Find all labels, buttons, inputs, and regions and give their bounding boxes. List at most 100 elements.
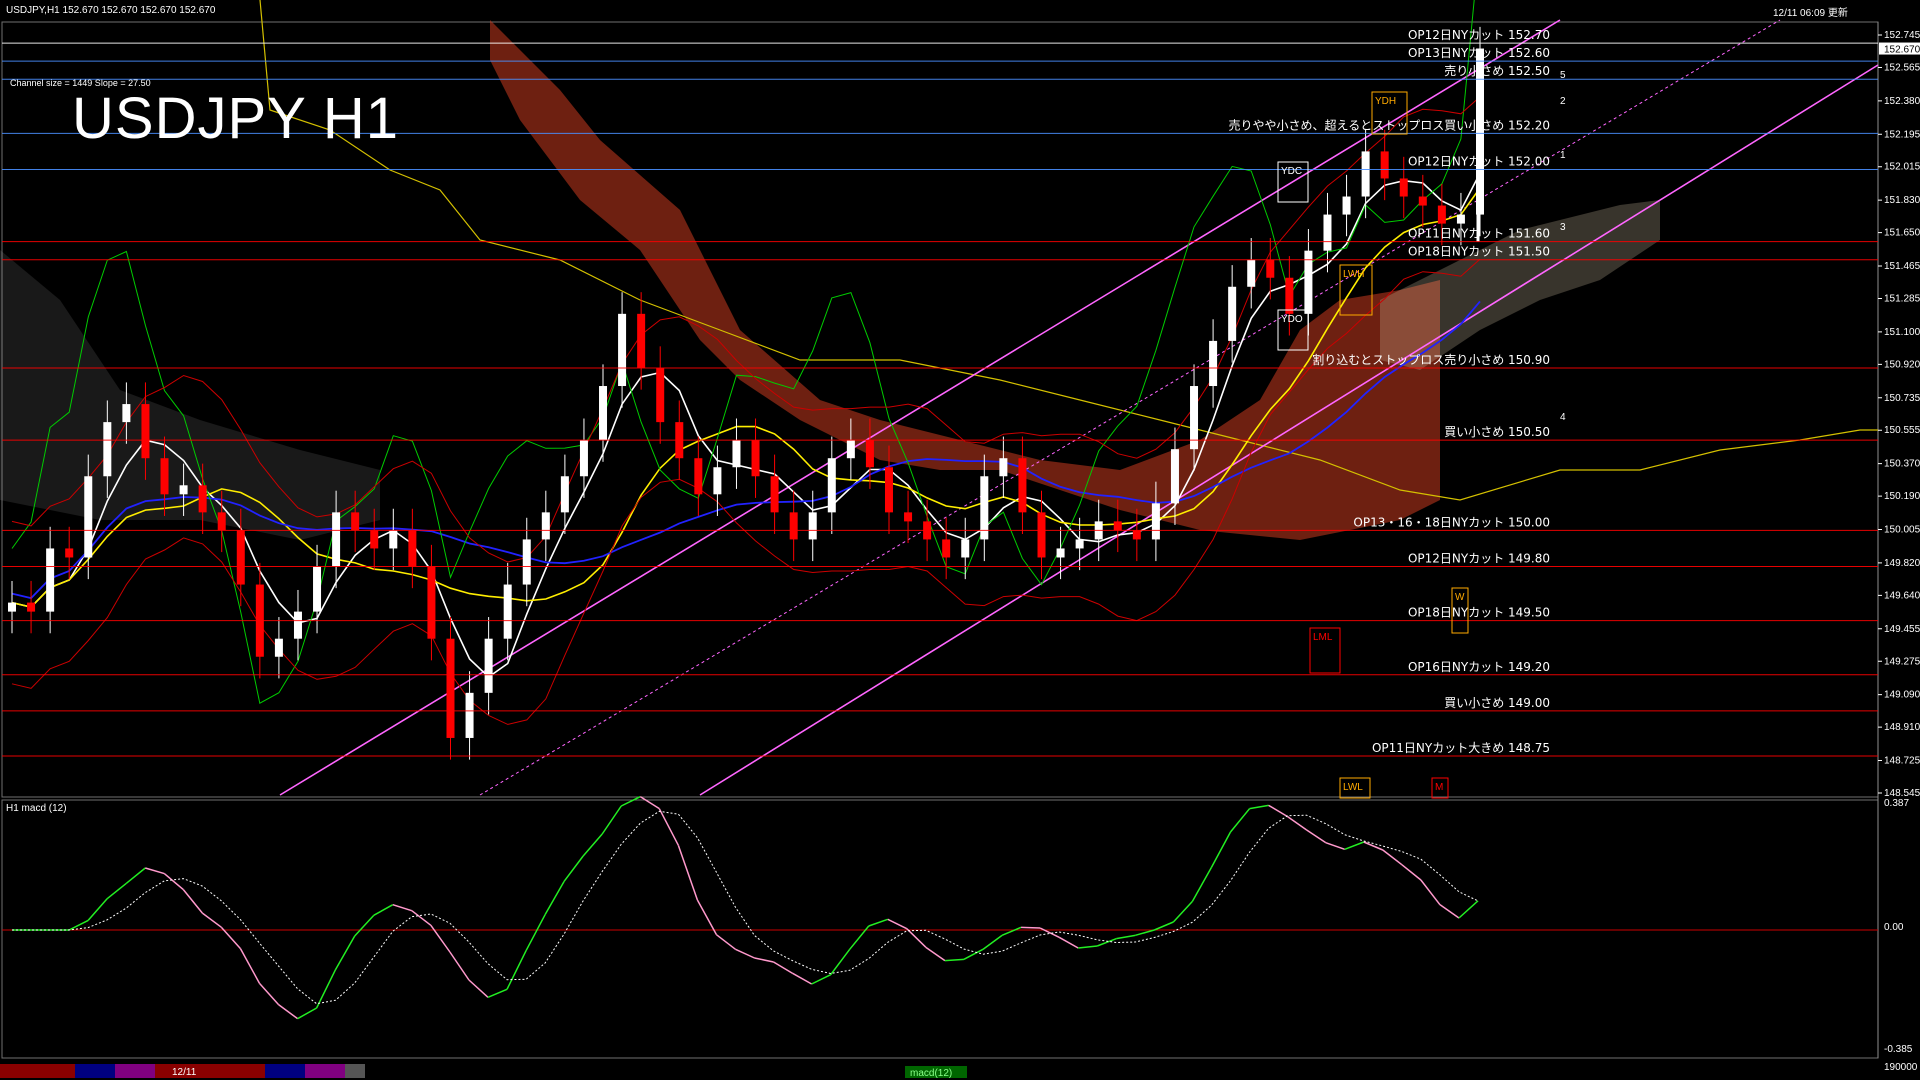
ref-box-label: LWH bbox=[1343, 269, 1364, 280]
macd-segment bbox=[468, 979, 489, 998]
candle-body bbox=[65, 548, 74, 558]
candle-body bbox=[141, 404, 150, 459]
candle-body bbox=[1247, 259, 1256, 287]
price-tick-label: 152.015 bbox=[1884, 162, 1920, 173]
wave-label: 3 bbox=[1560, 222, 1566, 233]
candle-body bbox=[408, 530, 417, 567]
candle-body bbox=[637, 313, 646, 368]
candle-body bbox=[1361, 151, 1370, 197]
macd-segment bbox=[773, 961, 793, 974]
price-tick-label: 150.005 bbox=[1884, 525, 1920, 536]
candle-body bbox=[160, 458, 169, 495]
macd-segment bbox=[715, 934, 736, 950]
macd-segment bbox=[430, 924, 451, 953]
date-label: 12/11 bbox=[172, 1067, 197, 1078]
candle-body bbox=[427, 566, 436, 639]
macd-segment bbox=[392, 903, 413, 912]
current-price-label: 152.670 bbox=[1884, 45, 1920, 56]
candle-body bbox=[1151, 503, 1160, 540]
chart-canvas: OP12日NYカット 152.70 OP13日NYカット 152.60 売り小さめ … bbox=[0, 0, 1920, 1079]
macd-signal bbox=[12, 810, 1479, 1005]
ref-box-label: LWL bbox=[1343, 782, 1363, 793]
price-tick-label: 151.285 bbox=[1884, 293, 1920, 304]
candle-body bbox=[522, 539, 531, 585]
price-tick-label: 151.830 bbox=[1884, 195, 1920, 206]
candle-body bbox=[1456, 214, 1465, 224]
candle-body bbox=[1399, 178, 1408, 197]
price-tick-label: 149.090 bbox=[1884, 690, 1920, 701]
candle-body bbox=[732, 440, 741, 468]
macd-segment bbox=[1154, 921, 1174, 931]
candle-body bbox=[236, 530, 245, 585]
macd-segment bbox=[811, 973, 832, 985]
macd-segment bbox=[1344, 841, 1365, 851]
price-tick-label: 148.910 bbox=[1884, 722, 1920, 733]
price-tick-label: 149.275 bbox=[1884, 656, 1920, 667]
level-label: OP16日NYカット 149.20 bbox=[1408, 660, 1550, 674]
macd-segment bbox=[258, 982, 280, 1006]
candle-body bbox=[217, 512, 226, 531]
price-tick-label: 149.820 bbox=[1884, 558, 1920, 569]
macd-segment bbox=[887, 918, 908, 930]
candle-body bbox=[293, 611, 302, 639]
ref-box-label: M bbox=[1435, 782, 1443, 793]
ref-box-label: YDH bbox=[1375, 96, 1396, 107]
candle-body bbox=[656, 367, 665, 423]
level-label: 売り小さめ 152.50 bbox=[1444, 63, 1550, 78]
candle-body bbox=[313, 566, 322, 612]
macd-indicator bbox=[2, 795, 1878, 1020]
candle-body bbox=[1266, 259, 1275, 278]
macd-segment bbox=[1058, 936, 1079, 949]
price-tick-label: 148.725 bbox=[1884, 756, 1920, 767]
level-label: OP12日NYカット 152.70 bbox=[1408, 28, 1550, 42]
candle-body bbox=[541, 512, 550, 540]
macd-label: H1 macd (12) bbox=[6, 803, 67, 814]
candle-body bbox=[1113, 521, 1122, 531]
candle-body bbox=[370, 530, 379, 549]
macd-segment bbox=[1458, 900, 1479, 919]
candle-body bbox=[198, 485, 207, 513]
candle-body bbox=[770, 476, 779, 513]
candle-body bbox=[1437, 205, 1446, 224]
level-label: OP18日NYカット 151.50 bbox=[1408, 245, 1550, 259]
macd-segment bbox=[1287, 816, 1308, 831]
level-label: 買い小さめ 149.00 bbox=[1444, 696, 1550, 710]
candle-body bbox=[389, 530, 398, 549]
macd-segment bbox=[906, 928, 927, 948]
price-tick-label: 151.100 bbox=[1884, 327, 1920, 338]
candle-body bbox=[1056, 548, 1065, 558]
macd-segment bbox=[868, 918, 889, 927]
level-label: OP11日NYカット 151.60 bbox=[1408, 227, 1550, 241]
ref-box-label: LML bbox=[1313, 632, 1333, 643]
ref-box-label: YDC bbox=[1281, 166, 1302, 177]
symbol-line: USDJPY,H1 152.670 152.670 152.670 152.67… bbox=[6, 5, 216, 16]
macd-axis: 0.387 0.00 -0.385 190000 bbox=[1884, 798, 1918, 1073]
macd-segment bbox=[944, 958, 965, 962]
candle-body bbox=[274, 638, 283, 657]
macd-segment bbox=[1021, 926, 1041, 929]
candle-body bbox=[789, 512, 798, 540]
level-label: OP13日NYカット 152.60 bbox=[1408, 46, 1550, 60]
macd-segment bbox=[201, 912, 222, 928]
macd-segment bbox=[830, 948, 851, 976]
macd-segment bbox=[925, 946, 946, 962]
macd-segment bbox=[1229, 808, 1251, 833]
channel-mid bbox=[479, 19, 1781, 796]
macd-segment bbox=[1172, 900, 1193, 923]
price-tick-label: 149.455 bbox=[1884, 624, 1920, 635]
macd-segment bbox=[696, 899, 718, 936]
macd-segment bbox=[278, 1004, 299, 1020]
macd-segment bbox=[1078, 945, 1098, 949]
candle-body bbox=[694, 458, 703, 495]
trend-channel bbox=[279, 19, 1879, 796]
candle-body bbox=[827, 458, 836, 513]
price-tick-label: 152.380 bbox=[1884, 96, 1920, 107]
ref-box-label: YDO bbox=[1281, 314, 1303, 325]
macd-segment bbox=[525, 914, 546, 952]
level-label: OP12日NYカット 149.80 bbox=[1408, 552, 1550, 566]
macd-segment bbox=[677, 845, 699, 901]
macd-segment bbox=[544, 880, 565, 916]
macd-segment bbox=[1210, 831, 1232, 868]
price-tick-label: 151.465 bbox=[1884, 261, 1920, 272]
candle-body bbox=[484, 638, 493, 693]
